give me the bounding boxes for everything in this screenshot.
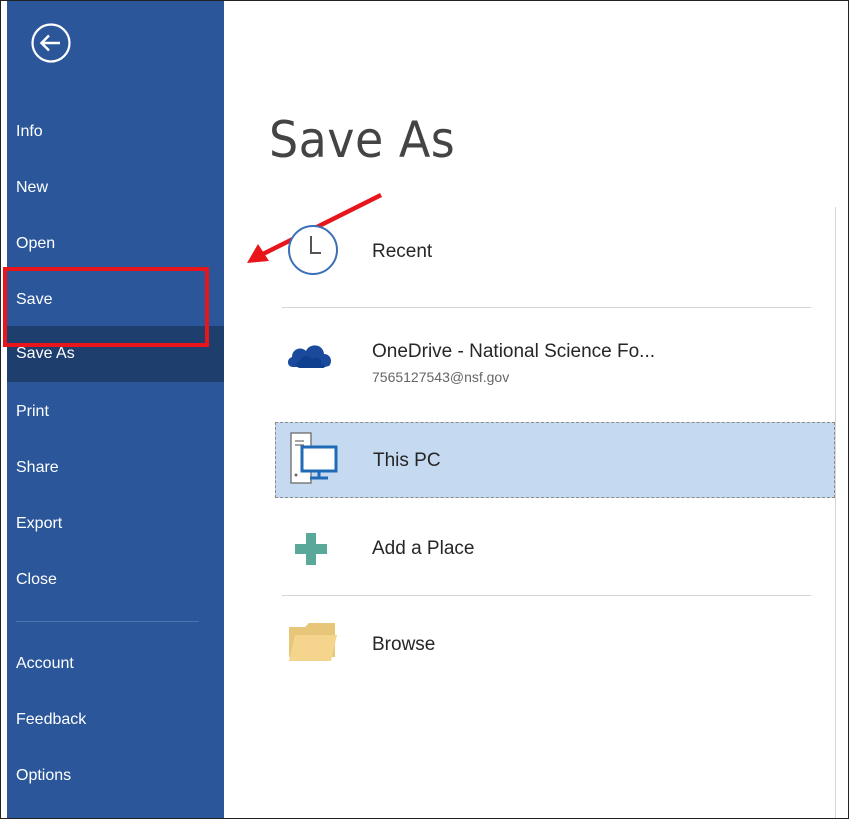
- location-add-place[interactable]: Add a Place: [275, 511, 835, 585]
- nav-print-label: Print: [16, 403, 49, 420]
- backstage-sidebar: Info New Open Save Save As Print Share E…: [7, 1, 224, 818]
- nav-new-label: New: [16, 179, 49, 196]
- nav-export[interactable]: Export: [7, 504, 224, 544]
- nav-feedback[interactable]: Feedback: [7, 700, 224, 740]
- location-recent-label: Recent: [372, 241, 433, 262]
- nav-open[interactable]: Open: [7, 224, 224, 264]
- clock-icon: [287, 224, 338, 275]
- nav-share-label: Share: [16, 459, 59, 476]
- nav-account[interactable]: Account: [7, 644, 224, 684]
- nav-account-label: Account: [16, 655, 74, 672]
- nav-save-as[interactable]: Save As: [7, 326, 224, 382]
- nav-info-label: Info: [16, 123, 43, 140]
- folder-icon: [287, 621, 337, 667]
- backstage-window: Info New Open Save Save As Print Share E…: [0, 0, 849, 819]
- location-onedrive-account: 7565127543@nsf.gov: [372, 369, 510, 385]
- location-onedrive-label: OneDrive - National Science Fo...: [372, 341, 656, 362]
- location-this-pc[interactable]: This PC: [275, 422, 835, 498]
- nav-save-as-label: Save As: [16, 345, 75, 362]
- location-add-place-label: Add a Place: [372, 538, 475, 559]
- nav-options[interactable]: Options: [7, 756, 224, 796]
- location-onedrive[interactable]: OneDrive - National Science Fo... 756512…: [275, 323, 835, 397]
- plus-icon: [295, 533, 345, 579]
- page-title: Save As: [269, 111, 456, 169]
- vertical-divider: [835, 207, 836, 818]
- location-this-pc-label: This PC: [373, 450, 441, 471]
- location-recent[interactable]: Recent: [275, 215, 835, 289]
- nav-share[interactable]: Share: [7, 448, 224, 488]
- location-separator: [282, 307, 811, 308]
- nav-options-label: Options: [16, 767, 72, 784]
- sidebar-divider: [16, 621, 199, 622]
- nav-info[interactable]: Info: [7, 112, 224, 152]
- computer-icon: [288, 431, 338, 484]
- onedrive-cloud-icon: [285, 335, 335, 381]
- nav-close-label: Close: [16, 571, 57, 588]
- location-browse-label: Browse: [372, 634, 436, 655]
- nav-feedback-label: Feedback: [16, 711, 87, 728]
- nav-export-label: Export: [16, 515, 63, 532]
- back-arrow-icon[interactable]: [30, 22, 72, 64]
- location-separator: [282, 595, 811, 596]
- location-browse[interactable]: Browse: [275, 607, 835, 681]
- nav-close[interactable]: Close: [7, 560, 224, 600]
- nav-new[interactable]: New: [7, 168, 224, 208]
- nav-save[interactable]: Save: [7, 280, 224, 320]
- nav-save-label: Save: [16, 291, 53, 308]
- nav-open-label: Open: [16, 235, 56, 252]
- nav-print[interactable]: Print: [7, 392, 224, 432]
